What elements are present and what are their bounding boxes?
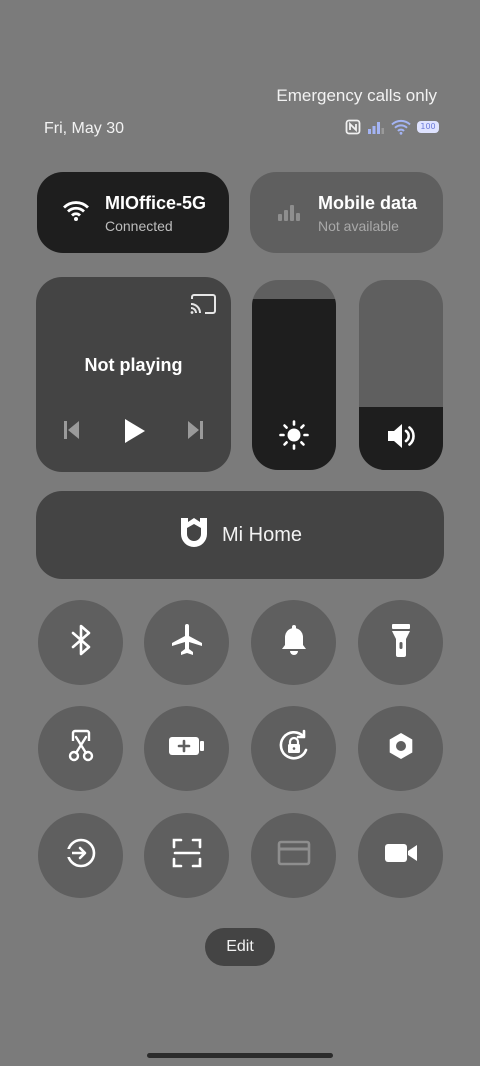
scan-icon — [171, 837, 203, 874]
airplane-icon — [170, 623, 204, 662]
silent-toggle[interactable] — [251, 600, 336, 685]
date-text: Fri, May 30 — [44, 120, 125, 137]
mi-home-label: Mi Home — [221, 523, 302, 546]
scan-toggle[interactable] — [144, 813, 229, 898]
battery-saver-icon — [167, 735, 207, 762]
previous-icon[interactable] — [63, 420, 81, 445]
battery-saver-toggle[interactable] — [144, 706, 229, 791]
battery-icon: 100 — [417, 121, 439, 133]
card-icon — [277, 839, 311, 872]
signal-icon — [367, 119, 385, 135]
rotation-lock-toggle[interactable] — [251, 706, 336, 791]
sync-toggle[interactable] — [38, 813, 123, 898]
screenshot-icon — [66, 729, 96, 768]
flashlight-toggle[interactable] — [358, 600, 443, 685]
volume-slider[interactable] — [359, 280, 443, 470]
next-icon[interactable] — [186, 420, 204, 445]
volume-icon — [359, 422, 443, 450]
brightness-slider[interactable] — [252, 280, 336, 470]
media-player: Not playing — [36, 277, 231, 472]
mobile-data-status: Not available — [318, 218, 399, 234]
play-icon[interactable] — [122, 418, 146, 449]
mobile-data-title: Mobile data — [318, 193, 418, 213]
screen-recorder-toggle[interactable] — [358, 813, 443, 898]
mi-home-tile[interactable]: Mi Home — [36, 491, 444, 579]
cast-icon[interactable] — [189, 293, 217, 320]
rotation-lock-icon — [276, 728, 312, 769]
sync-icon — [64, 836, 98, 875]
bluetooth-toggle[interactable] — [38, 600, 123, 685]
wifi-status: Connected — [105, 218, 173, 234]
wifi-icon — [63, 200, 89, 227]
bluetooth-icon — [69, 624, 93, 661]
status-icons: 100 — [345, 119, 439, 135]
settings-icon — [386, 731, 416, 766]
brightness-icon — [252, 420, 336, 450]
signal-icon — [276, 200, 302, 227]
mobile-data-tile[interactable]: Mobile data Not available — [250, 172, 443, 253]
flashlight-icon — [389, 622, 413, 663]
emergency-calls-text: Emergency calls only — [276, 86, 437, 105]
wifi-tile[interactable]: MIOffice-5G Connected — [37, 172, 229, 253]
settings-toggle[interactable] — [358, 706, 443, 791]
nfc-icon — [345, 119, 361, 135]
card-toggle[interactable] — [251, 813, 336, 898]
screenshot-toggle[interactable] — [38, 706, 123, 791]
mi-home-icon — [178, 516, 210, 555]
wifi-network-name: MIOffice-5G — [105, 193, 207, 213]
wifi-icon — [391, 119, 411, 135]
airplane-toggle[interactable] — [144, 600, 229, 685]
bell-icon — [279, 623, 309, 662]
media-title: Not playing — [84, 355, 183, 375]
edit-button[interactable]: Edit — [205, 928, 275, 966]
home-indicator[interactable] — [147, 1053, 333, 1058]
video-icon — [383, 841, 419, 870]
